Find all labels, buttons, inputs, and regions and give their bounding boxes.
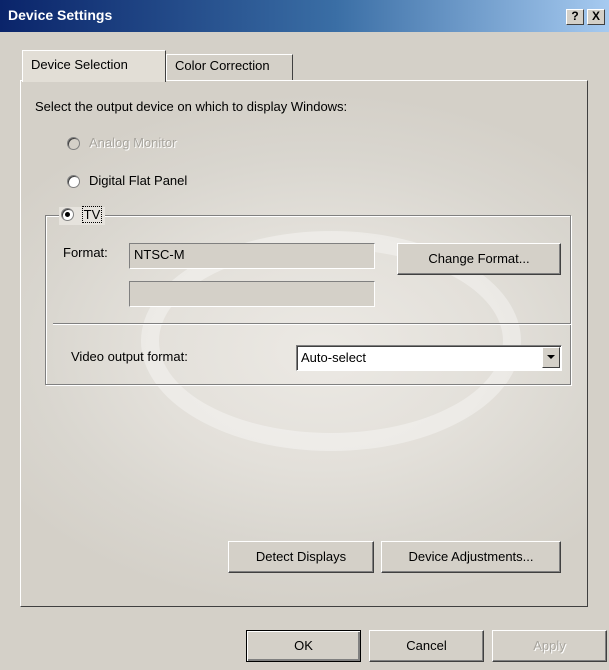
cancel-button[interactable]: Cancel xyxy=(369,630,484,662)
tv-label[interactable]: TV xyxy=(81,206,103,223)
tab-color-correction[interactable]: Color Correction xyxy=(166,54,293,80)
tab-device-selection[interactable]: Device Selection xyxy=(22,50,166,82)
tv-group-legend: TV xyxy=(59,206,106,225)
device-adjustments-button[interactable]: Device Adjustments... xyxy=(381,541,561,573)
video-output-format-select[interactable]: Auto-select xyxy=(296,345,562,371)
device-selection-panel: Select the output device on which to dis… xyxy=(20,80,588,607)
title-bar[interactable]: Device Settings ? X xyxy=(0,0,609,32)
group-separator xyxy=(53,323,571,325)
digital-flat-panel-radio[interactable] xyxy=(67,175,80,188)
format-field: NTSC-M xyxy=(129,243,375,269)
video-output-format-value: Auto-select xyxy=(301,350,367,365)
video-output-format-label: Video output format: xyxy=(71,349,188,364)
window-title: Device Settings xyxy=(8,7,113,23)
tv-radio[interactable] xyxy=(61,208,74,221)
detect-displays-button[interactable]: Detect Displays xyxy=(228,541,374,573)
output-device-prompt: Select the output device on which to dis… xyxy=(35,99,348,114)
chevron-down-icon[interactable] xyxy=(542,347,560,368)
help-button[interactable]: ? xyxy=(566,9,584,25)
analog-monitor-label: Analog Monitor xyxy=(89,135,177,150)
format-label: Format: xyxy=(63,245,108,260)
digital-flat-panel-label[interactable]: Digital Flat Panel xyxy=(89,173,187,188)
radio-selected-dot xyxy=(65,212,70,217)
change-format-button[interactable]: Change Format... xyxy=(397,243,561,275)
analog-monitor-radio xyxy=(67,137,80,150)
ok-button[interactable]: OK xyxy=(246,630,361,662)
device-settings-dialog: Device Settings ? X Device Selection Col… xyxy=(0,0,609,670)
apply-button: Apply xyxy=(492,630,607,662)
close-button[interactable]: X xyxy=(587,9,605,25)
format-secondary-field xyxy=(129,281,375,307)
